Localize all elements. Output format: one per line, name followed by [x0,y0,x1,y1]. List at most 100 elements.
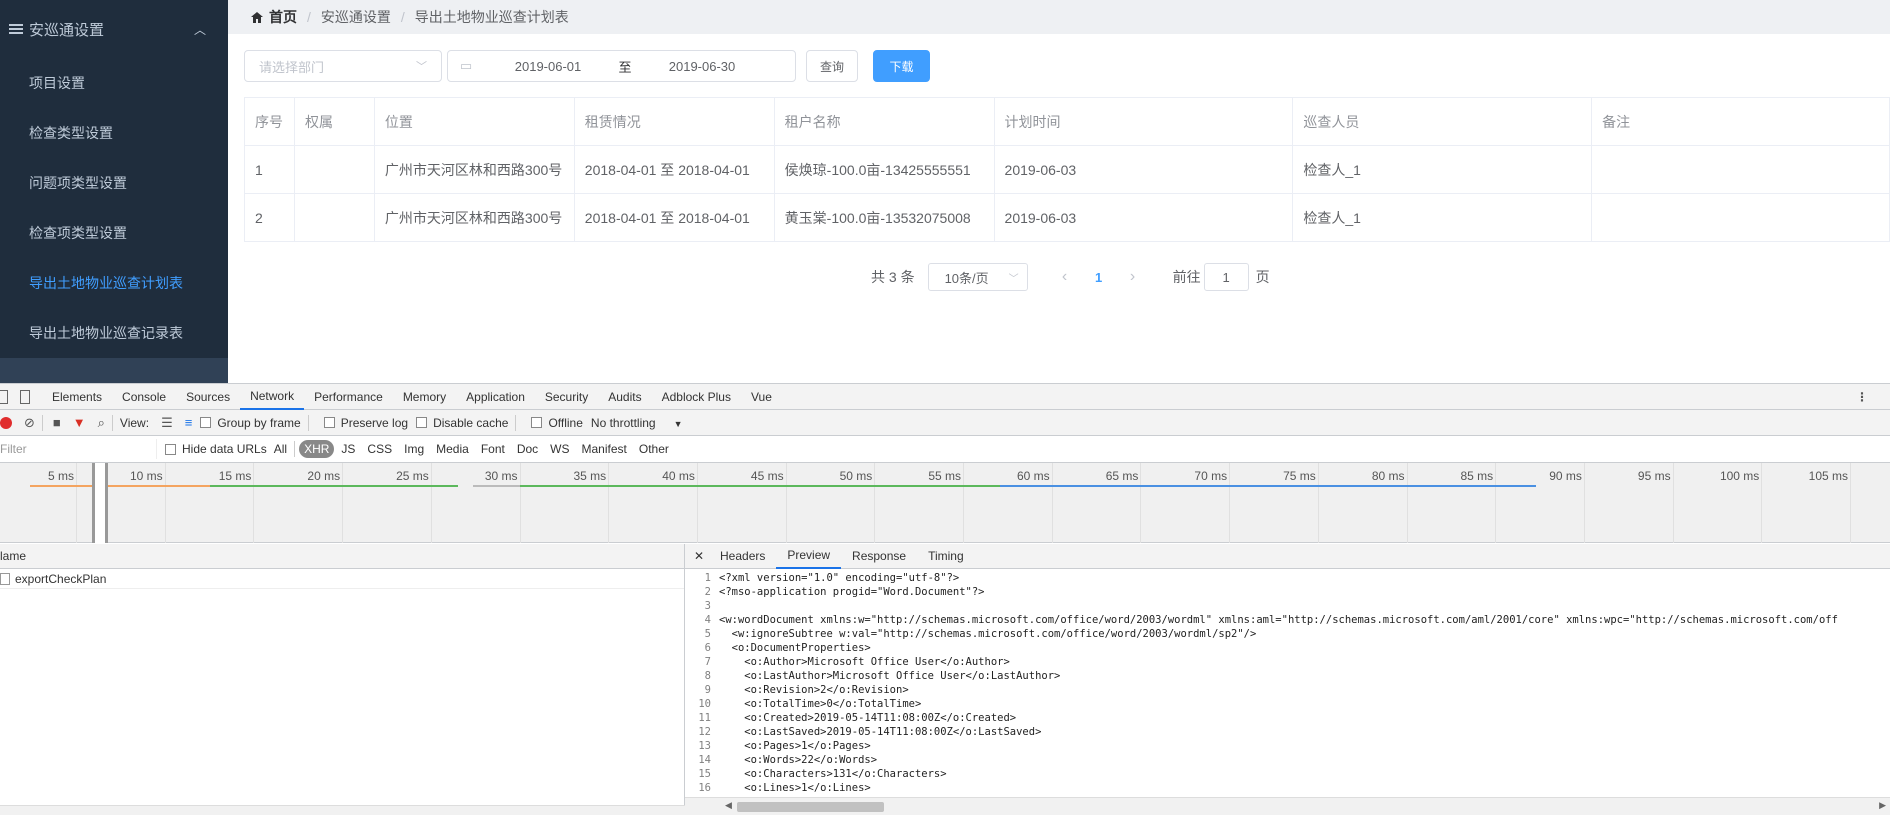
sidebar-item-export-record[interactable]: 导出土地物业巡查记录表 [0,308,228,358]
detail-tab-timing[interactable]: Timing [917,544,975,569]
filter-icon[interactable]: ▼ [73,415,86,430]
sidebar-item-label: 问题项类型设置 [29,175,127,191]
sidebar-item-check-type-settings[interactable]: 检查类型设置 [0,108,228,158]
disable-cache-checkbox[interactable]: Disable cache [416,416,508,430]
waterfall-bar [473,485,520,487]
type-filter-js[interactable]: JS [336,440,360,458]
detail-tab-preview[interactable]: Preview [776,544,842,569]
goto-page-input[interactable]: 1 [1203,263,1249,291]
timeline-gridline [430,463,432,543]
devtools-tab-console[interactable]: Console [112,384,176,410]
download-button[interactable]: 下载 [873,50,930,82]
query-button[interactable]: 查询 [806,50,858,82]
scroll-left-icon[interactable]: ◀ [725,800,732,811]
waterfall-icon[interactable]: ≡ [185,415,193,430]
type-filter-css[interactable]: CSS [362,440,397,458]
throttling-select[interactable]: No throttling ▼ [591,416,683,430]
page-size-select[interactable]: 10条/页 ﹀ [927,263,1028,291]
record-icon[interactable] [0,416,12,429]
more-options-icon[interactable]: ⋮ [1856,390,1868,404]
sidebar-item-project-settings[interactable]: 项目设置 [0,58,228,108]
code-text: <o:Author>Microsoft Office User</o:Autho… [719,656,1010,668]
sidebar-item-check-item-type-settings[interactable]: 检查项类型设置 [0,208,228,258]
throttling-value: No throttling [590,415,656,430]
sidebar-group-header[interactable]: 安巡通设置 ︿ [0,0,228,58]
table-cell: 广州市天河区林和西路300号 [375,146,575,193]
code-text: <o:Characters>131</o:Characters> [719,768,947,780]
table-cell: 侯焕琼-100.0亩-13425555551 [775,146,995,193]
type-filter-manifest[interactable]: Manifest [577,440,632,458]
start-date-input[interactable]: 2019-06-01 [484,59,612,74]
line-number: 6 [704,642,711,654]
large-rows-icon[interactable]: ☰ [161,415,173,431]
devtools-tab-adblock[interactable]: Adblock Plus [652,384,741,410]
devtools-tab-performance[interactable]: Performance [304,384,393,410]
table-cell: 2019-06-03 [995,146,1294,193]
devtools-tab-vue[interactable]: Vue [741,384,782,410]
detail-tab-headers[interactable]: Headers [709,544,776,569]
table-row[interactable]: 2 广州市天河区林和西路300号 2018-04-01 至 2018-04-01… [245,194,1890,242]
breadcrumb-home-label: 首页 [269,9,297,25]
type-filter-all[interactable]: All [269,440,292,458]
timeline-gridline [164,463,166,543]
type-filter-other[interactable]: Other [634,440,674,458]
device-toolbar-icon[interactable] [20,389,30,404]
type-filter-xhr[interactable]: XHR [299,440,335,458]
timeline-selection-handle[interactable] [92,463,108,543]
devtools-tab-audits[interactable]: Audits [598,384,651,410]
offline-checkbox[interactable]: Offline [531,416,583,430]
code-line: 8 <o:LastAuthor>Microsoft Office User</o… [685,669,1890,683]
page-size-value: 10条/页 [944,270,989,286]
name-column-header[interactable]: lame [0,544,684,569]
prev-page-button[interactable]: ‹ [1045,268,1085,286]
sidebar-item-issue-type-settings[interactable]: 问题项类型设置 [0,158,228,208]
type-filter-img[interactable]: Img [399,440,429,458]
breadcrumb-item[interactable]: 安巡通设置 [321,7,391,27]
group-by-frame-checkbox[interactable]: Group by frame [200,416,301,430]
table-row[interactable]: 1 广州市天河区林和西路300号 2018-04-01 至 2018-04-01… [245,146,1890,194]
department-select[interactable]: 请选择部门 ﹀ [244,50,442,82]
detail-tab-response[interactable]: Response [841,544,917,569]
line-number: 16 [698,782,711,794]
filter-input[interactable]: Filter [0,439,157,459]
sidebar: 安巡通设置 ︿ 项目设置 检查类型设置 问题项类型设置 检查项类型设置 导出土地… [0,0,228,383]
type-filter-media[interactable]: Media [431,440,474,458]
next-page-button[interactable]: › [1113,268,1153,286]
filter-bar: 请选择部门 ﹀ ▭ 2019-06-01 至 2019-06-30 查询 下载 [244,50,930,82]
network-overview-timeline[interactable]: 5 ms 10 ms 15 ms 20 ms 25 ms 30 ms 35 ms 40 ms 4… [0,463,1890,543]
response-preview-code[interactable]: 1 <?xml version="1.0" encoding="utf-8"?> 2… [685,571,1890,797]
devtools-tab-sources[interactable]: Sources [176,384,240,410]
preserve-log-checkbox[interactable]: Preserve log [323,416,408,430]
timeline-tick-label: 95 ms [1637,469,1671,483]
inspect-element-icon[interactable] [0,389,8,404]
horizontal-scrollbar[interactable]: ◀ ▶ [685,797,1890,815]
devtools-tab-elements[interactable]: Elements [42,384,112,410]
table-header-cell: 计划时间 [995,98,1294,145]
scroll-right-icon[interactable]: ▶ [1879,800,1886,811]
dropdown-arrow-icon: ▼ [673,418,683,429]
sidebar-item-export-plan[interactable]: 导出土地物业巡查计划表 [0,258,228,308]
close-icon[interactable]: ✕ [689,549,709,563]
devtools-tab-memory[interactable]: Memory [393,384,456,410]
timeline-tick-label: 60 ms [1017,469,1050,483]
devtools-tab-application[interactable]: Application [456,384,535,410]
code-line: 7 <o:Author>Microsoft Office User</o:Aut… [685,655,1890,669]
timeline-tick-label: 100 ms [1719,469,1760,483]
devtools-tab-security[interactable]: Security [535,384,598,410]
timeline-gridline [519,463,521,543]
timeline-gridline [1051,463,1053,543]
type-filter-doc[interactable]: Doc [512,440,543,458]
breadcrumb-home[interactable]: 首页 [250,7,297,27]
search-icon[interactable]: ⌕ [98,415,105,431]
hide-data-urls-checkbox[interactable]: Hide data URLs [165,442,267,456]
devtools-tab-network[interactable]: Network [240,384,305,410]
end-date-input[interactable]: 2019-06-30 [638,59,766,74]
scrollbar-thumb[interactable] [737,802,884,812]
request-row[interactable]: exportCheckPlan [0,569,684,589]
camera-icon[interactable]: ■ [53,415,61,430]
clear-icon[interactable]: ⊘ [24,415,35,431]
date-range-picker[interactable]: ▭ 2019-06-01 至 2019-06-30 [447,50,796,82]
page-number-current[interactable]: 1 [1085,270,1113,285]
type-filter-font[interactable]: Font [476,440,510,458]
type-filter-ws[interactable]: WS [545,440,574,458]
